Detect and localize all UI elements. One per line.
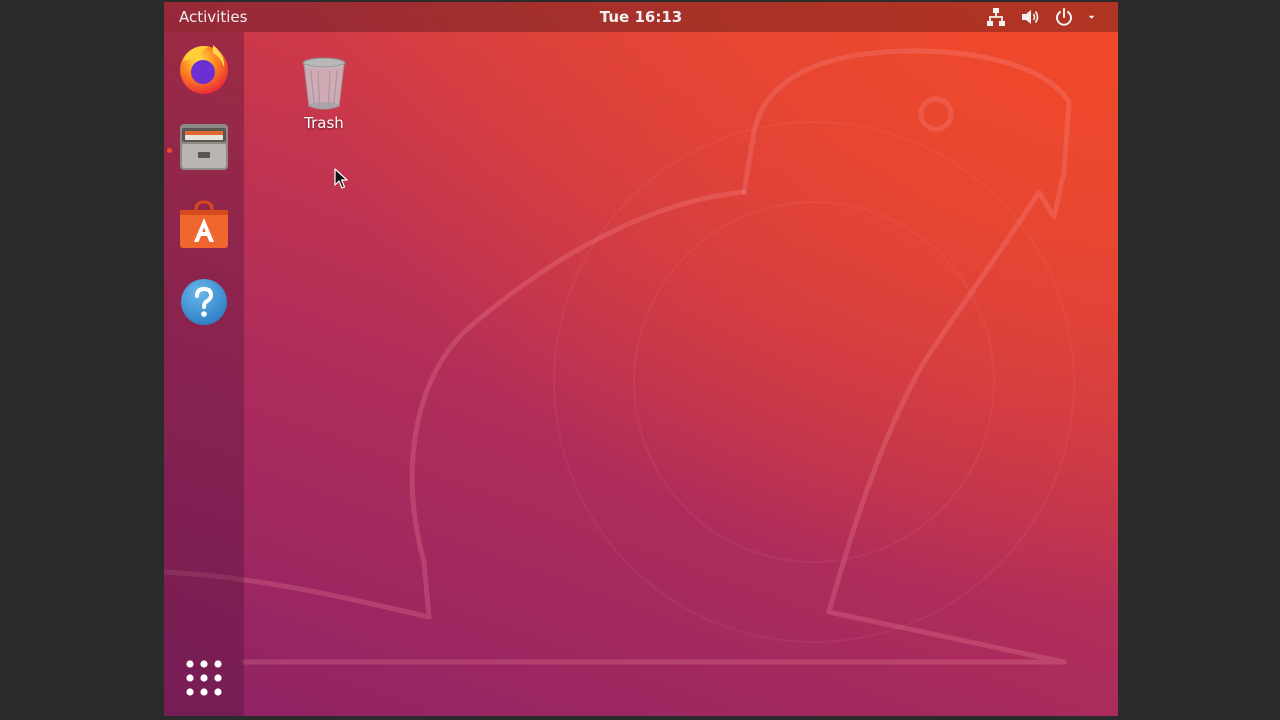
desktop-screen: Activities Tue 16:13 Trash [164, 2, 1118, 716]
dock-item-help[interactable] [176, 274, 232, 330]
power-icon [1056, 8, 1072, 26]
network-icon [987, 8, 1005, 26]
dock [164, 32, 244, 716]
system-tray[interactable] [986, 7, 1100, 27]
trash-label: Trash [304, 114, 344, 132]
dock-item-files[interactable] [176, 118, 232, 174]
files-icon [180, 124, 228, 170]
help-icon [181, 279, 227, 325]
clock[interactable]: Tue 16:13 [164, 8, 1118, 26]
mouse-pointer-icon [334, 168, 348, 189]
chevron-down-icon [1088, 15, 1095, 19]
desktop-icon-trash[interactable]: Trash [289, 56, 359, 132]
firefox-icon [180, 45, 228, 94]
dock-item-software[interactable] [176, 196, 232, 252]
volume-icon [1022, 10, 1039, 24]
dock-item-firefox[interactable] [176, 40, 232, 96]
software-center-icon [180, 200, 228, 248]
trash-icon [302, 57, 346, 110]
top-bar: Activities Tue 16:13 [164, 2, 1118, 32]
app-grid-icon [186, 660, 222, 696]
running-indicator [167, 148, 172, 153]
show-applications-button[interactable] [176, 650, 232, 706]
